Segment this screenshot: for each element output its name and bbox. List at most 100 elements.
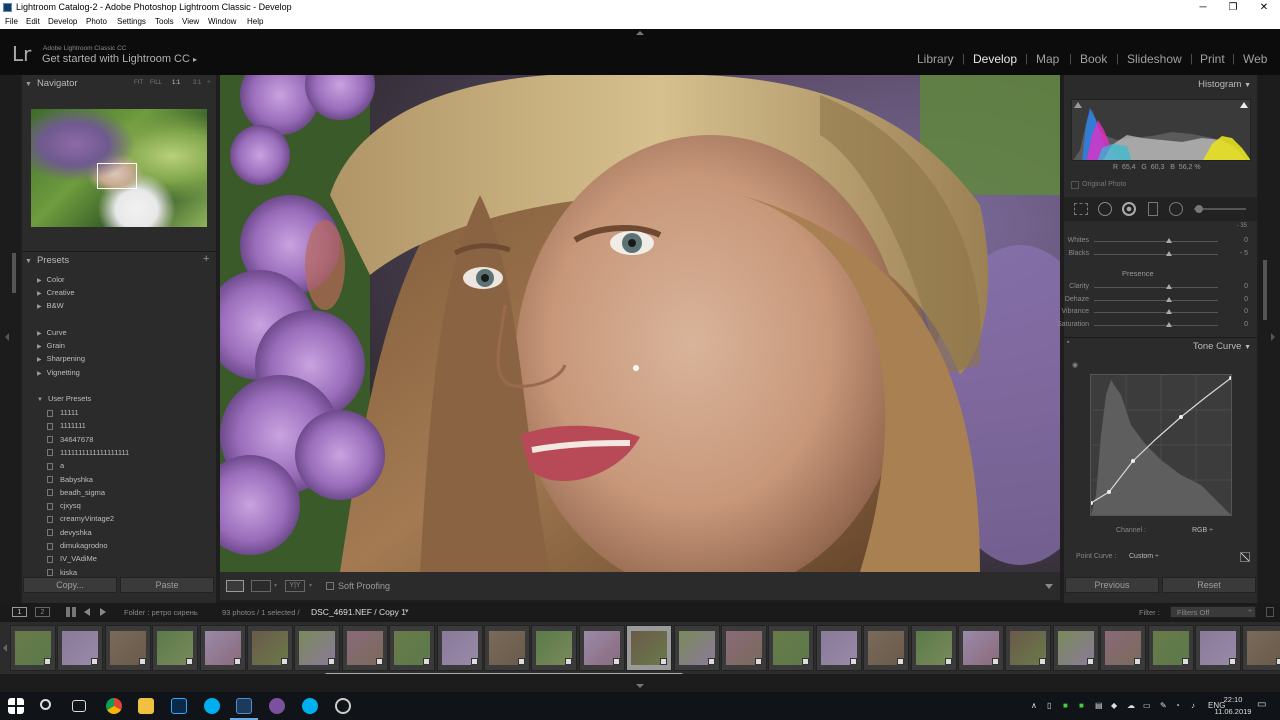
tone-curve-header[interactable]: Tone Curve ▼ (1193, 341, 1251, 352)
start-button-icon[interactable] (8, 698, 24, 714)
collapse-left-arrow-icon[interactable] (5, 333, 9, 341)
user-preset-item[interactable]: kiska (47, 568, 77, 577)
slider-thumb[interactable] (1166, 296, 1172, 302)
notification-icon[interactable]: ▭ (1257, 699, 1266, 710)
filmstrip-thumbnail-selected[interactable] (626, 625, 673, 671)
navigator-preview[interactable] (31, 109, 207, 227)
module-web[interactable]: Web (1243, 52, 1267, 66)
user-preset-item[interactable]: beadh_sigma (47, 488, 105, 497)
skype-icon[interactable] (204, 698, 220, 714)
user-preset-item[interactable]: 1111111 (47, 421, 86, 430)
filmstrip-thumbnail[interactable] (768, 625, 815, 671)
user-preset-item[interactable]: dimukagrodno (47, 541, 108, 550)
filmstrip-thumbnail[interactable] (1052, 625, 1099, 671)
slider-track[interactable] (1094, 253, 1218, 255)
menu-window[interactable]: Window (208, 17, 236, 26)
filmstrip-thumbnail[interactable] (389, 625, 436, 671)
menu-develop[interactable]: Develop (48, 17, 77, 26)
preset-group-b-w[interactable]: ▶ B&W (37, 301, 64, 310)
radial-filter-icon[interactable] (1169, 202, 1183, 216)
user-preset-item[interactable]: IV_VAdiMe (47, 554, 97, 563)
filmstrip-thumbnail[interactable] (863, 625, 910, 671)
clock-app-icon[interactable] (335, 698, 351, 714)
slider-thumb[interactable] (1166, 284, 1172, 289)
file-explorer-icon[interactable] (138, 698, 154, 714)
preset-group-vignetting[interactable]: ▶ Vignetting (37, 368, 80, 377)
yy-view-icon[interactable]: Y|Y (285, 580, 305, 592)
filmstrip-thumbnail[interactable] (578, 625, 625, 671)
reset-button[interactable]: Reset (1162, 577, 1256, 593)
right-scrollbar[interactable] (1263, 260, 1267, 320)
menu-view[interactable]: View (182, 17, 199, 26)
task-view-icon[interactable] (72, 700, 86, 712)
point-curve-select[interactable]: Custom ÷ (1129, 553, 1159, 560)
photoshop-icon[interactable] (171, 698, 187, 714)
collapse-bottom-arrow-icon[interactable] (636, 684, 644, 688)
menu-tools[interactable]: Tools (155, 17, 174, 26)
slider-thumb[interactable] (1166, 250, 1172, 256)
previous-button[interactable]: Previous (1065, 577, 1159, 593)
module-print[interactable]: Print (1200, 52, 1225, 66)
copy-button[interactable]: Copy... (23, 577, 117, 593)
original-photo-checkbox[interactable] (1071, 181, 1079, 189)
tray-pen-icon[interactable]: ✎ (1160, 701, 1167, 710)
tray-network-icon[interactable]: ▤ (1095, 701, 1103, 710)
graduated-filter-icon[interactable] (1148, 202, 1158, 216)
panel-toggle-icon[interactable]: ▪ (1067, 339, 1069, 346)
shadow-clipping-icon[interactable] (1074, 102, 1082, 108)
user-preset-item[interactable]: creamyVintage2 (47, 514, 114, 523)
filmstrip-thumbnail[interactable] (104, 625, 151, 671)
main-photo[interactable] (220, 75, 1060, 572)
menu-photo[interactable]: Photo (86, 17, 107, 26)
user-preset-item[interactable]: 11111 (47, 408, 79, 417)
target-adjust-icon[interactable]: ◉ (1072, 361, 1078, 369)
file-menu-arrow-icon[interactable]: ▾ (405, 607, 409, 615)
user-preset-item[interactable]: 1111111111111111111 (47, 448, 129, 457)
module-book[interactable]: Book (1080, 52, 1107, 66)
tray-wifi-icon[interactable]: ◔ (1175, 701, 1180, 710)
toolbar-menu-arrow-icon[interactable] (1045, 584, 1053, 589)
user-preset-item[interactable]: 34647678 (47, 435, 93, 444)
close-button[interactable]: ✕ (1248, 0, 1280, 15)
secondary-window-button[interactable]: 2 (35, 607, 50, 617)
lightroom-taskbar-icon[interactable] (236, 698, 252, 714)
user-preset-item[interactable]: devyshka (47, 528, 92, 537)
crop-tool-icon[interactable] (1074, 203, 1088, 215)
filmstrip-thumbnail[interactable] (910, 625, 957, 671)
loupe-view-icon[interactable] (226, 580, 244, 592)
module-develop[interactable]: Develop (973, 52, 1017, 66)
user-presets-group[interactable]: ▼ User Presets (37, 394, 91, 403)
slider-track[interactable] (1094, 287, 1218, 288)
left-scrollbar[interactable] (12, 253, 16, 293)
highlight-clipping-icon[interactable] (1240, 102, 1248, 108)
before-after-view-icon[interactable] (251, 580, 271, 592)
filmstrip-left-arrow-icon[interactable] (3, 644, 7, 652)
preset-group-sharpening[interactable]: ▶ Sharpening (37, 354, 85, 363)
zoom-fill[interactable]: FILL (150, 80, 162, 86)
filmstrip-thumbnail[interactable] (199, 625, 246, 671)
histogram-graph[interactable] (1071, 99, 1251, 161)
maximize-button[interactable]: ❐ (1217, 0, 1249, 15)
preset-group-creative[interactable]: ▶ Creative (37, 288, 75, 297)
zoom-more-icon[interactable]: ÷ (207, 79, 211, 86)
slider-track[interactable] (1094, 241, 1218, 242)
zoom-fit[interactable]: FIT (134, 80, 143, 86)
paste-button[interactable]: Paste (120, 577, 214, 593)
module-map[interactable]: Map (1036, 52, 1059, 66)
slider-thumb[interactable] (1166, 238, 1172, 243)
navigator-header[interactable]: ▼ Navigator (25, 78, 78, 89)
edit-point-curve-icon[interactable] (1240, 552, 1250, 562)
identity-get-started[interactable]: Get started with Lightroom CC ▸ (42, 53, 197, 65)
forward-arrow-icon[interactable] (100, 608, 106, 616)
filmstrip-thumbnail[interactable] (152, 625, 199, 671)
navigator-zoom-rect[interactable] (97, 163, 137, 189)
tray-volume-icon[interactable]: ♪ (1191, 701, 1195, 710)
filmstrip-thumbnail[interactable] (958, 625, 1004, 671)
filmstrip-thumbnail[interactable] (531, 625, 578, 671)
filmstrip-thumbnail[interactable] (721, 625, 767, 671)
back-arrow-icon[interactable] (84, 608, 90, 616)
module-library[interactable]: Library (917, 52, 954, 66)
menu-help[interactable]: Help (247, 17, 263, 26)
filmstrip-thumbnail[interactable] (484, 625, 530, 671)
collapse-right-arrow-icon[interactable] (1271, 333, 1275, 341)
